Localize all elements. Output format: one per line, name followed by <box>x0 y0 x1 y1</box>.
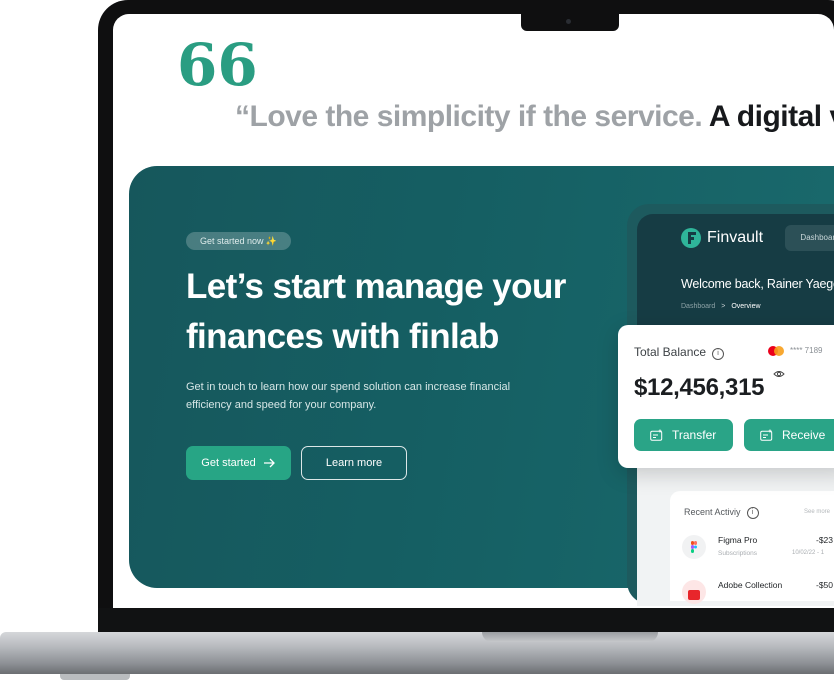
laptop-foot <box>60 674 130 680</box>
receive-icon <box>760 429 773 441</box>
activity-category: Subscriptions <box>718 550 758 557</box>
activity-title: Recent Activiy i <box>684 507 759 519</box>
headline-line-2: finances with finlab <box>186 317 499 356</box>
learn-more-button[interactable]: Learn more <box>301 446 407 480</box>
laptop-base <box>0 632 834 674</box>
breadcrumb-current: Overview <box>731 303 761 310</box>
testimonial-text-light: “Love the simplicity if the service. <box>235 100 703 133</box>
arrow-right-icon <box>263 458 275 468</box>
quote-icon: 66 <box>177 31 258 99</box>
list-item[interactable]: Figma Pro Subscriptions -$23 10/02/22 - … <box>682 535 834 565</box>
total-balance-card: Total Balance i **** 7189 $12,456,315 Tra… <box>618 325 834 468</box>
balance-label-text: Total Balance <box>634 345 707 359</box>
card-number: **** 7189 <box>790 346 823 355</box>
tab-dashboard[interactable]: Dashboard <box>785 225 834 251</box>
screen-bezel <box>98 608 834 632</box>
info-icon: i <box>746 507 759 519</box>
mastercard-icon <box>768 346 784 356</box>
breadcrumb-separator: > <box>721 303 726 310</box>
get-started-button[interactable]: Get started <box>186 446 291 480</box>
camera-notch <box>521 12 619 31</box>
figma-icon <box>682 535 706 559</box>
info-icon: i <box>712 348 725 360</box>
activity-title-label: Recent Activiy <box>684 507 741 517</box>
laptop-lid-groove <box>482 632 658 642</box>
activity-name: Figma Pro <box>718 535 758 545</box>
hero-headline: Let’s start manage your finances with fi… <box>186 262 606 362</box>
sparkle-icon: ✨ <box>265 236 277 246</box>
camera-icon <box>566 19 571 24</box>
list-item[interactable]: Adobe Collection -$50 <box>682 580 834 609</box>
subtext-line-1: Get in touch to learn how our spend solu… <box>186 381 511 393</box>
testimonial-text-dark: A digital v <box>708 100 834 133</box>
breadcrumb-root[interactable]: Dashboard <box>681 303 715 310</box>
laptop-screen: 66 “Love the simplicity if the service. … <box>113 14 834 609</box>
transfer-label: Transfer <box>672 428 717 442</box>
recent-activity-panel: Recent Activiy i See more Figma Pro Subsc… <box>670 491 834 604</box>
headline-line-1: Let’s start manage your <box>186 267 566 306</box>
badge-label: Get started now <box>200 236 264 246</box>
receive-button[interactable]: Receive <box>744 419 834 451</box>
breadcrumb: Dashboard > Overview <box>681 303 761 310</box>
transfer-icon <box>650 429 663 441</box>
eye-icon[interactable] <box>773 369 785 379</box>
transfer-button[interactable]: Transfer <box>634 419 733 451</box>
get-started-label: Get started <box>201 457 256 469</box>
testimonial-text: “Love the simplicity if the service. A d… <box>235 100 834 134</box>
brand-name: Finvault <box>707 229 764 246</box>
finvault-logo-icon <box>681 228 701 248</box>
activity-name: Adobe Collection <box>718 580 783 590</box>
see-more-link[interactable]: See more <box>804 509 830 515</box>
receive-label: Receive <box>782 428 826 442</box>
activity-amount: -$23 <box>816 535 834 545</box>
get-started-badge[interactable]: Get started now ✨ <box>186 232 291 250</box>
balance-label: Total Balance i <box>634 345 725 360</box>
welcome-message: Welcome back, Rainer Yaege <box>681 277 834 291</box>
adobe-icon <box>682 580 706 604</box>
hero-subtext: Get in touch to learn how our spend solu… <box>186 378 546 414</box>
hero-section: Get started now ✨ Let’s start manage your… <box>129 166 834 606</box>
learn-more-label: Learn more <box>325 457 383 469</box>
activity-date: 10/02/22 - 1 <box>792 550 825 556</box>
subtext-line-2: efficiency and speed for your company. <box>186 399 377 411</box>
balance-amount: $12,456,315 <box>634 374 765 401</box>
activity-amount: -$50 <box>816 580 834 590</box>
